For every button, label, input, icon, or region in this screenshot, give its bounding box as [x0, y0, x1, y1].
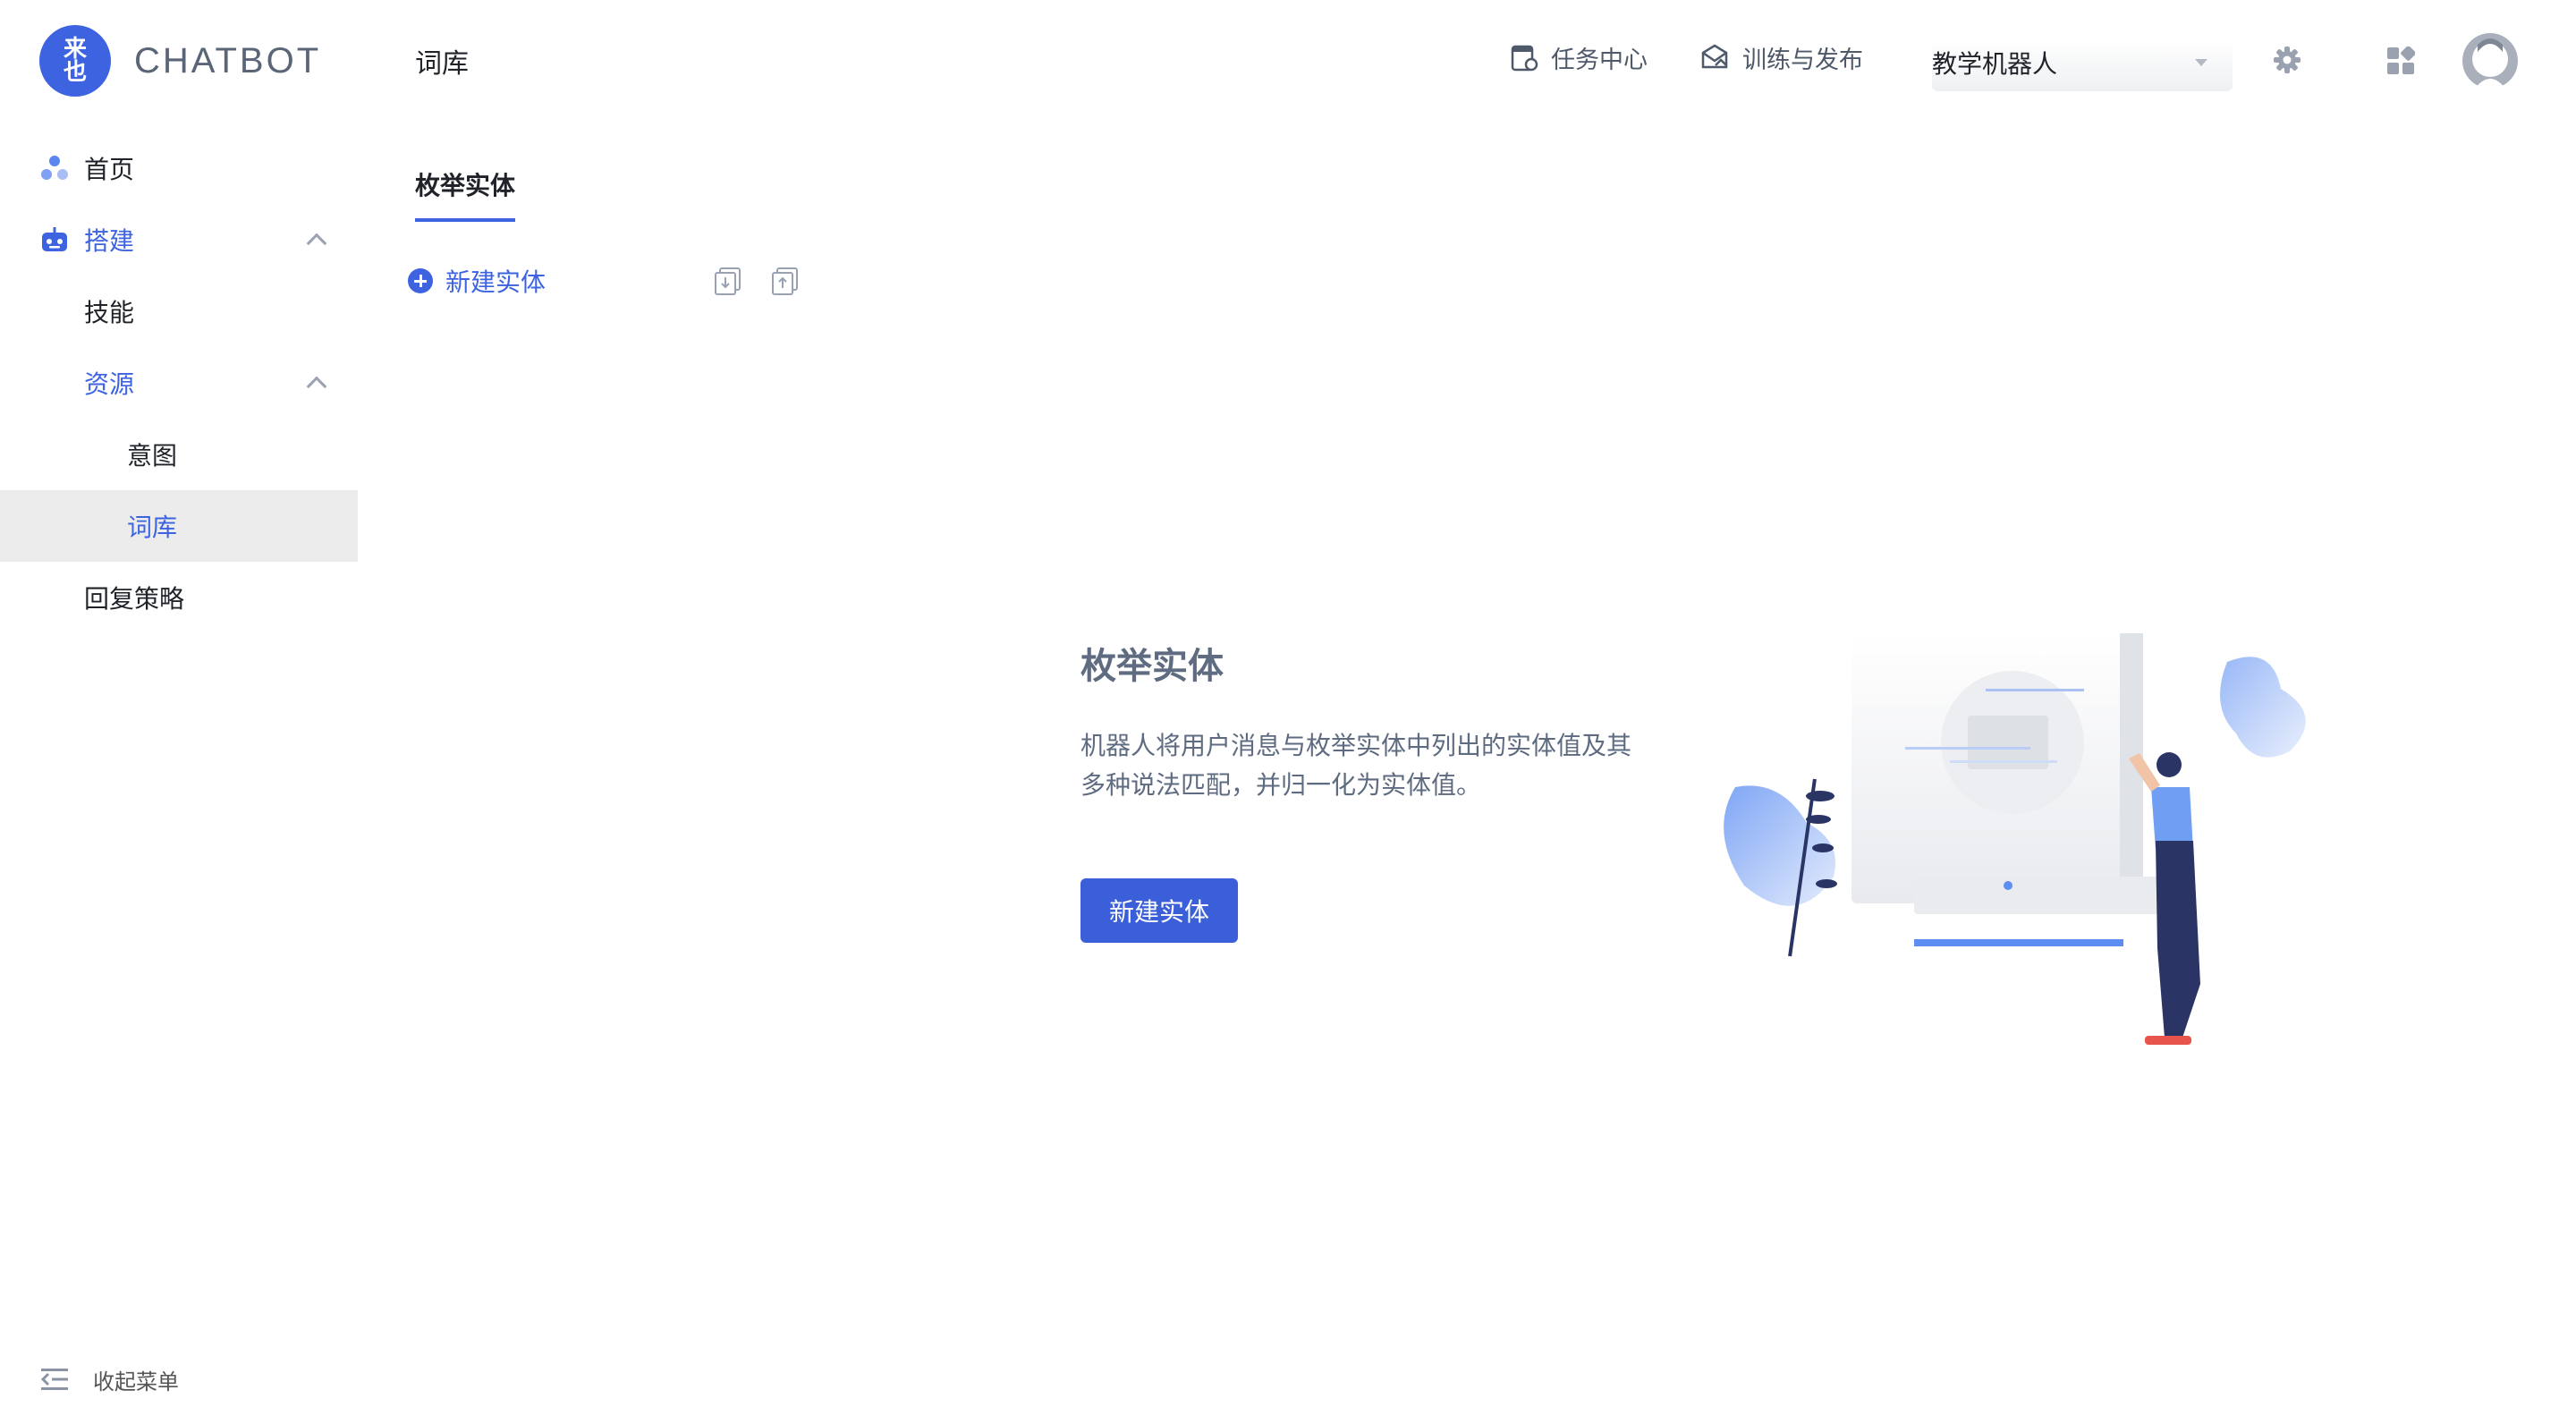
task-center-button[interactable]: 任务中心	[1510, 39, 1648, 75]
robot-icon	[42, 227, 67, 251]
app-root: 来 也 CHATBOT 首页 搭建 技能 资源 意图 词库 回复策略 收起菜单 …	[0, 0, 2576, 1424]
bot-select-value: 教学机器人	[1932, 49, 2058, 79]
new-entity-button[interactable]: 新建实体	[1080, 878, 1238, 943]
brand-name: CHATBOT	[134, 40, 322, 81]
collapse-menu-button[interactable]: 收起菜单	[39, 1361, 179, 1397]
home-icon	[41, 156, 68, 180]
gear-icon[interactable]	[2272, 45, 2302, 75]
collapse-menu-icon	[40, 1369, 68, 1390]
sidebar-item-skills[interactable]: 技能	[0, 275, 358, 347]
train-publish-label: 训练与发布	[1742, 46, 1863, 74]
collapse-menu-label: 收起菜单	[93, 1369, 179, 1394]
plus-circle-icon	[408, 268, 433, 293]
chevron-down-icon	[2195, 59, 2207, 66]
new-entity-link[interactable]: 新建实体	[408, 263, 546, 299]
sidebar-item-reply-strategy[interactable]: 回复策略	[0, 562, 358, 633]
logo-badge-char-1: 来	[63, 36, 87, 63]
task-center-icon	[1511, 45, 1538, 72]
logo-badge: 来 也	[39, 25, 111, 97]
import-icon[interactable]	[712, 265, 744, 297]
new-entity-link-label: 新建实体	[445, 267, 547, 297]
sidebar-item-intents[interactable]: 意图	[0, 419, 358, 490]
avatar[interactable]	[2462, 32, 2519, 89]
sidebar-item-label: 资源	[84, 369, 135, 399]
sidebar: 来 也 CHATBOT 首页 搭建 技能 资源 意图 词库 回复策略 收起菜单	[0, 0, 358, 1424]
sidebar-item-label: 意图	[127, 441, 178, 470]
page-title: 词库	[415, 48, 469, 80]
task-center-label: 任务中心	[1551, 46, 1648, 74]
sidebar-item-label: 回复策略	[84, 584, 185, 614]
sidebar-item-label: 技能	[84, 298, 135, 327]
chevron-up-icon	[306, 233, 327, 254]
empty-state-title: 枚举实体	[1080, 646, 1224, 687]
sidebar-item-lexicon[interactable]: 词库	[0, 490, 358, 562]
brand-logo[interactable]: 来 也 CHATBOT	[39, 25, 321, 97]
sidebar-item-label: 搭建	[84, 226, 135, 256]
chevron-up-icon	[306, 376, 327, 397]
empty-state-description: 机器人将用户消息与枚举实体中列出的实体值及其多种说法匹配，并归一化为实体值。	[1080, 731, 1632, 800]
sidebar-item-home[interactable]: 首页	[0, 132, 358, 204]
sidebar-item-label: 词库	[127, 513, 178, 542]
grid-icon[interactable]	[2386, 47, 2415, 75]
logo-badge-char-2: 也	[63, 59, 87, 86]
export-icon[interactable]	[769, 265, 801, 297]
bot-select[interactable]: 教学机器人	[1932, 39, 2233, 91]
train-publish-button[interactable]: 训练与发布	[1699, 39, 1863, 75]
tab-enum-entity[interactable]: 枚举实体	[415, 166, 516, 222]
empty-state-illustration	[1724, 633, 2306, 1045]
sidebar-item-build[interactable]: 搭建	[0, 204, 358, 275]
sidebar-item-resources[interactable]: 资源	[0, 347, 358, 419]
train-publish-icon	[1701, 44, 1728, 69]
sidebar-item-label: 首页	[84, 155, 135, 184]
